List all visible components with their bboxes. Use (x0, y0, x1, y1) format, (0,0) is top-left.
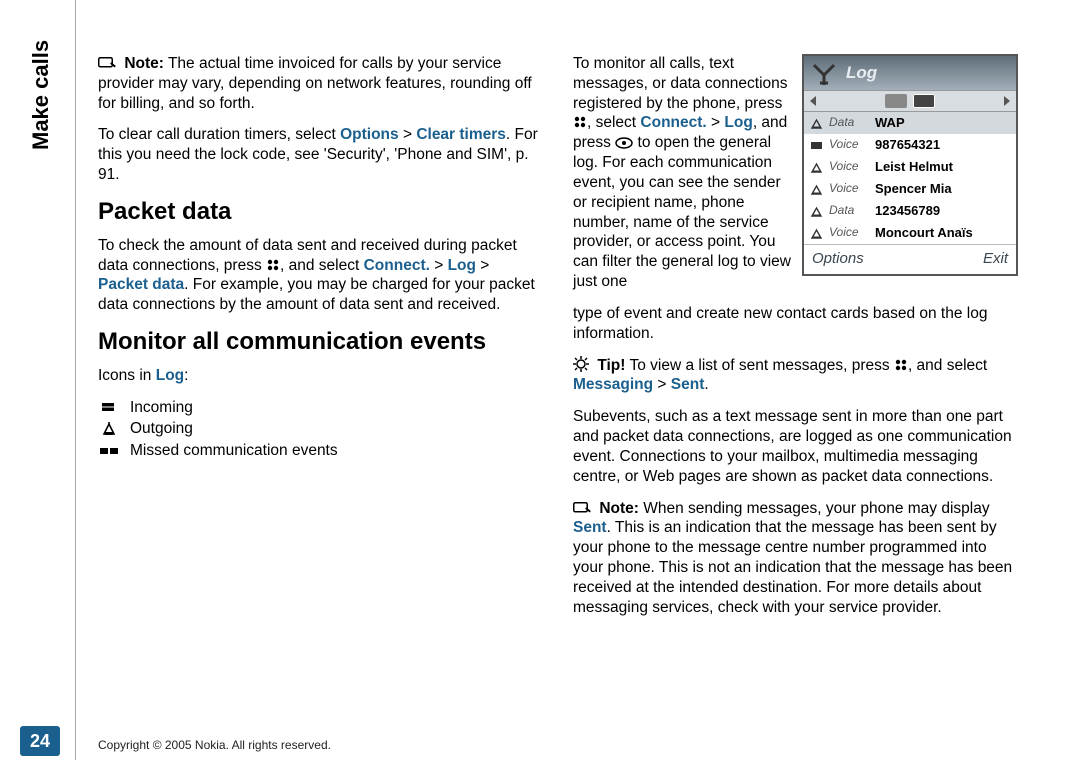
paragraph: To clear call duration timers, select Op… (98, 125, 543, 184)
outgoing-icon (98, 422, 120, 436)
phone-title: Log (846, 63, 877, 82)
link-options: Options (340, 126, 399, 143)
softkey-left: Options (812, 249, 864, 268)
log-row: Data WAP (804, 112, 1016, 134)
link-connect: Connect. (364, 257, 430, 274)
log-row-value: WAP (875, 115, 905, 132)
missed-icon (98, 445, 120, 457)
note-icon (573, 502, 591, 515)
log-row-value: Spencer Mia (875, 181, 952, 198)
outgoing-icon (810, 228, 823, 239)
paragraph: To check the amount of data sent and rec… (98, 236, 543, 315)
link-connect: Connect. (640, 114, 706, 131)
link-log: Log (448, 257, 476, 274)
tip-block: Tip! To view a list of sent messages, pr… (573, 356, 1018, 396)
log-row-type: Voice (829, 181, 869, 196)
log-row-type: Voice (829, 225, 869, 240)
menu-key-icon (894, 358, 908, 372)
note-text: Note: The actual time invoiced for calls… (98, 55, 532, 112)
left-column: Note: The actual time invoiced for calls… (98, 54, 543, 630)
log-row-type: Data (829, 203, 869, 218)
legend-outgoing: Outgoing (130, 419, 193, 439)
incoming-icon (98, 401, 120, 413)
outgoing-icon (810, 162, 823, 173)
log-row-type: Voice (829, 137, 869, 152)
phone-title-bar: Log (804, 56, 1016, 90)
log-row: Data 123456789 (804, 200, 1016, 222)
log-row: Voice Moncourt Anaïs (804, 222, 1016, 244)
icons-intro: Icons in Log: (98, 366, 543, 386)
log-app-icon (810, 61, 838, 87)
menu-key-icon (573, 115, 587, 129)
log-row-value: Leist Helmut (875, 159, 953, 176)
link-log: Log (156, 367, 184, 384)
log-row-type: Voice (829, 159, 869, 174)
right-column: To monitor all calls, text messages, or … (573, 54, 1018, 630)
note-label: Note: (599, 500, 639, 517)
log-row-value: Moncourt Anaïs (875, 225, 973, 242)
log-row: Voice Leist Helmut (804, 156, 1016, 178)
log-row-value: 123456789 (875, 203, 940, 220)
outgoing-icon (810, 118, 823, 129)
incoming-icon (810, 140, 823, 151)
paragraph-continued: type of event and create new contact car… (573, 304, 1018, 344)
heading-packet-data: Packet data (98, 197, 543, 228)
paragraph: Subevents, such as a text message sent i… (573, 407, 1018, 486)
link-sent: Sent (573, 519, 607, 536)
divider (75, 0, 76, 760)
link-packet-data: Packet data (98, 276, 184, 293)
link-log: Log (724, 114, 752, 131)
log-row-value: 987654321 (875, 137, 940, 154)
link-messaging: Messaging (573, 376, 653, 393)
legend-missed: Missed communication events (130, 441, 338, 461)
tab-arrow-right-icon (1004, 96, 1010, 106)
tab-icon (885, 94, 907, 108)
scroll-key-icon (615, 137, 633, 149)
icons-legend: Incoming Outgoing Missed communication e… (98, 398, 543, 461)
tab-icon-active (913, 94, 935, 108)
section-title: Make calls (28, 40, 54, 150)
heading-monitor: Monitor all communication events (98, 327, 543, 358)
log-row: Voice 987654321 (804, 134, 1016, 156)
phone-screenshot: Log Data WAP Voice 987654321 Voice Leist Helm… (802, 54, 1018, 276)
softkey-right: Exit (983, 249, 1008, 268)
log-row-type: Data (829, 115, 869, 130)
outgoing-icon (810, 206, 823, 217)
log-list: DataWAPVoice987654321VoiceLeist HelmutVo… (804, 112, 1016, 244)
tip-icon (573, 356, 589, 372)
copyright-footer: Copyright © 2005 Nokia. All rights reser… (98, 738, 331, 752)
menu-key-icon (266, 258, 280, 272)
page-number: 24 (20, 726, 60, 756)
link-sent: Sent (671, 376, 705, 393)
note-icon (98, 57, 116, 70)
page-content: Note: The actual time invoiced for calls… (98, 54, 1018, 630)
link-clear-timers: Clear timers (416, 126, 506, 143)
paragraph: To monitor all calls, text messages, or … (573, 54, 795, 292)
log-row: Voice Spencer Mia (804, 178, 1016, 200)
note-block: Note: The actual time invoiced for calls… (98, 54, 543, 113)
softkey-bar: Options Exit (804, 244, 1016, 274)
legend-incoming: Incoming (130, 398, 193, 418)
outgoing-icon (810, 184, 823, 195)
tab-arrow-left-icon (810, 96, 816, 106)
note-block: Note: When sending messages, your phone … (573, 499, 1018, 618)
tip-label: Tip! (597, 357, 625, 374)
phone-tabs (804, 90, 1016, 112)
